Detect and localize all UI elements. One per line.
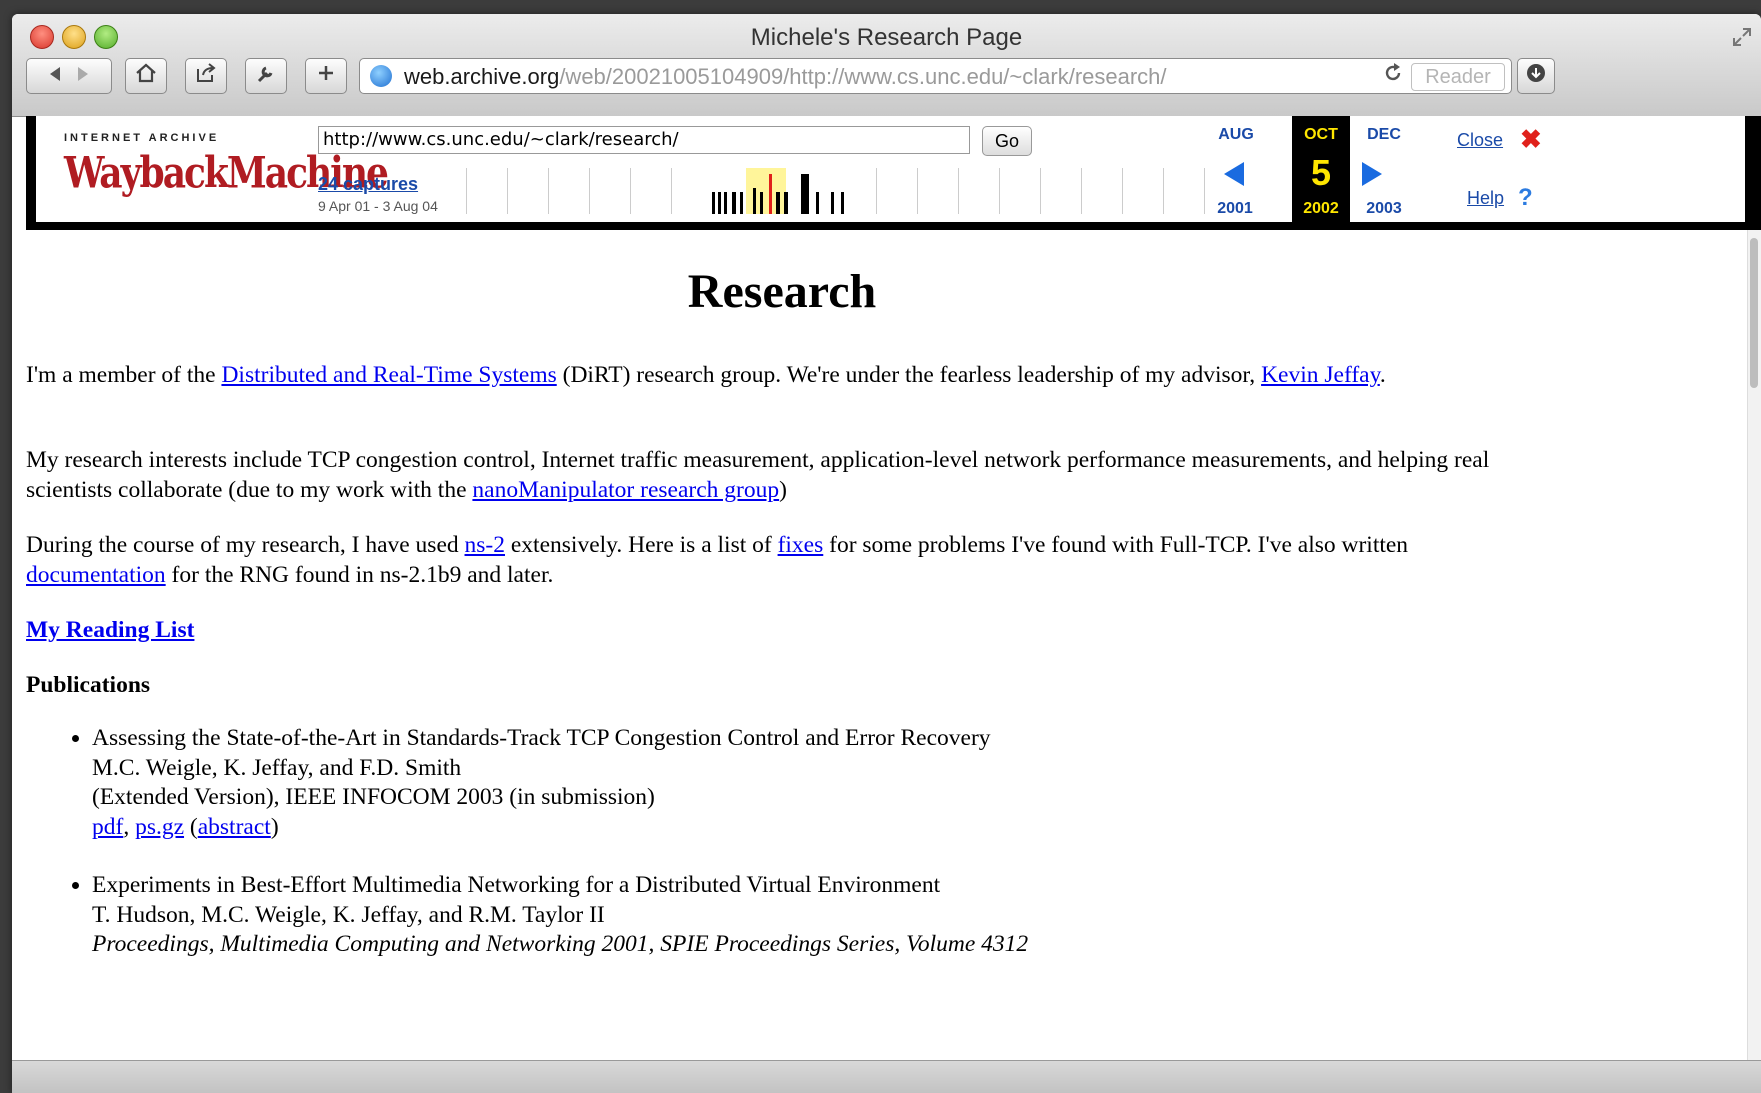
back-icon[interactable] — [48, 65, 62, 88]
current-capture-column: OCT 5 2002 — [1292, 116, 1350, 222]
wayback-close-link[interactable]: Close — [1457, 130, 1503, 151]
ns2-text-2: extensively. Here is a list of — [505, 532, 778, 558]
publication-venue: Proceedings, Multimedia Computing and Ne… — [92, 931, 1029, 957]
next-year-link[interactable]: 2003 — [1352, 200, 1416, 218]
current-day: 5 — [1310, 152, 1332, 193]
back-forward-buttons[interactable] — [26, 58, 112, 94]
publication-authors: M.C. Weigle, K. Jeffay, and F.D. Smith — [92, 754, 462, 781]
psgz-link[interactable]: ps.gz — [135, 814, 184, 840]
nanomanipulator-link[interactable]: nanoManipulator research group — [472, 477, 779, 503]
interests-text-2: ) — [779, 477, 787, 503]
url-domain: web.archive.org — [404, 64, 560, 89]
fixes-link[interactable]: fixes — [778, 532, 824, 558]
tools-button[interactable] — [245, 58, 287, 94]
reader-button[interactable]: Reader — [1411, 63, 1505, 91]
vertical-scrollbar[interactable] — [1747, 230, 1761, 1060]
captures-sparkline[interactable] — [466, 168, 1206, 214]
page-content: Research I'm a member of the Distributed… — [12, 230, 1747, 1060]
wayback-go-button[interactable]: Go — [982, 126, 1032, 156]
intro-text: I'm a member of the — [26, 362, 222, 388]
reload-icon[interactable] — [1383, 62, 1403, 91]
wayback-toolbar-inner: INTERNET ARCHIVE WaybackMachine http://w… — [36, 116, 1745, 222]
abstract-link[interactable]: abstract — [198, 814, 271, 840]
separator: , — [123, 813, 136, 840]
internet-archive-label: INTERNET ARCHIVE — [64, 132, 220, 144]
list-item: Assessing the State-of-the-Art in Standa… — [92, 724, 1542, 842]
address-bar[interactable]: web.archive.org/web/20021005104909/http:… — [359, 58, 1512, 94]
current-year: 2002 — [1303, 200, 1339, 217]
publications-list: Assessing the State-of-the-Art in Standa… — [26, 724, 1542, 989]
plus-icon — [317, 64, 335, 88]
publications-heading: Publications — [26, 672, 151, 698]
browser-window: Michele's Research Page web.archive.org/… — [12, 14, 1761, 1093]
status-bar — [12, 1060, 1761, 1093]
help-question-icon[interactable]: ? — [1518, 184, 1533, 212]
publication-title: Experiments in Best-Effort Multimedia Ne… — [92, 872, 941, 898]
page-title: Research — [687, 265, 877, 318]
intro-text-3: . — [1379, 362, 1386, 388]
dirt-group-link[interactable]: Distributed and Real-Time Systems — [221, 362, 556, 388]
reading-list-link[interactable]: My Reading List — [26, 617, 194, 643]
reading-list-paragraph: My Reading List — [26, 615, 1546, 645]
ns2-text: During the course of my research, I have… — [26, 532, 465, 558]
forward-icon[interactable] — [76, 65, 90, 88]
separator: ) — [270, 813, 279, 840]
prev-year-link[interactable]: 2001 — [1202, 200, 1268, 218]
address-text[interactable]: web.archive.org/web/20021005104909/http:… — [404, 64, 1167, 90]
home-icon — [135, 63, 157, 89]
pdf-link[interactable]: pdf — [92, 814, 123, 840]
prev-month-link[interactable]: AUG — [1206, 126, 1266, 144]
scrollbar-thumb[interactable] — [1750, 238, 1758, 388]
download-icon — [1525, 62, 1547, 90]
documentation-link[interactable]: documentation — [26, 562, 166, 588]
interests-paragraph: My research interests include TCP conges… — [26, 445, 1546, 505]
list-item: Experiments in Best-Effort Multimedia Ne… — [92, 871, 1542, 960]
new-tab-button[interactable] — [305, 58, 347, 94]
fullscreen-icon[interactable] — [1731, 26, 1753, 48]
current-month: OCT — [1304, 126, 1338, 143]
publication-venue: (Extended Version), IEEE INFOCOM 2003 (i… — [92, 784, 655, 810]
wayback-toolbar: INTERNET ARCHIVE WaybackMachine http://w… — [26, 116, 1761, 230]
publication-title: Assessing the State-of-the-Art in Standa… — [92, 725, 991, 751]
share-button[interactable] — [185, 58, 227, 94]
captures-link[interactable]: 24 captures — [318, 174, 418, 195]
intro-paragraph: I'm a member of the Distributed and Real… — [26, 360, 1546, 390]
ns2-link[interactable]: ns-2 — [465, 532, 505, 558]
globe-icon — [370, 65, 392, 87]
close-x-icon[interactable]: ✖ — [1520, 124, 1542, 155]
next-month-link[interactable]: DEC — [1352, 126, 1416, 144]
window-title: Michele's Research Page — [750, 24, 1023, 51]
publication-authors: T. Hudson, M.C. Weigle, K. Jeffay, and R… — [92, 901, 605, 928]
prev-capture-arrow-icon[interactable] — [1220, 160, 1248, 193]
home-button[interactable] — [125, 58, 167, 94]
captures-range: 9 Apr 01 - 3 Aug 04 — [318, 198, 438, 214]
kevin-jeffay-link[interactable]: Kevin Jeffay — [1261, 362, 1380, 388]
share-icon — [195, 63, 217, 89]
wayback-url-input[interactable]: http://www.cs.unc.edu/~clark/research/ — [318, 126, 970, 154]
ns2-text-3: for some problems I've found with Full-T… — [823, 532, 1409, 558]
next-capture-arrow-icon[interactable] — [1358, 160, 1386, 193]
wayback-help-link[interactable]: Help — [1467, 188, 1504, 209]
downloads-button[interactable] — [1517, 58, 1555, 94]
separator: ( — [184, 813, 198, 840]
titlebar: Michele's Research Page web.archive.org/… — [12, 14, 1761, 117]
wrench-icon — [255, 62, 277, 90]
url-path: /web/20021005104909/http://www.cs.unc.ed… — [559, 64, 1167, 89]
ns2-text-4: for the RNG found in ns-2.1b9 and later. — [165, 562, 554, 588]
ns2-paragraph: During the course of my research, I have… — [26, 530, 1546, 590]
intro-text-2: (DiRT) research group. We're under the f… — [556, 362, 1262, 388]
